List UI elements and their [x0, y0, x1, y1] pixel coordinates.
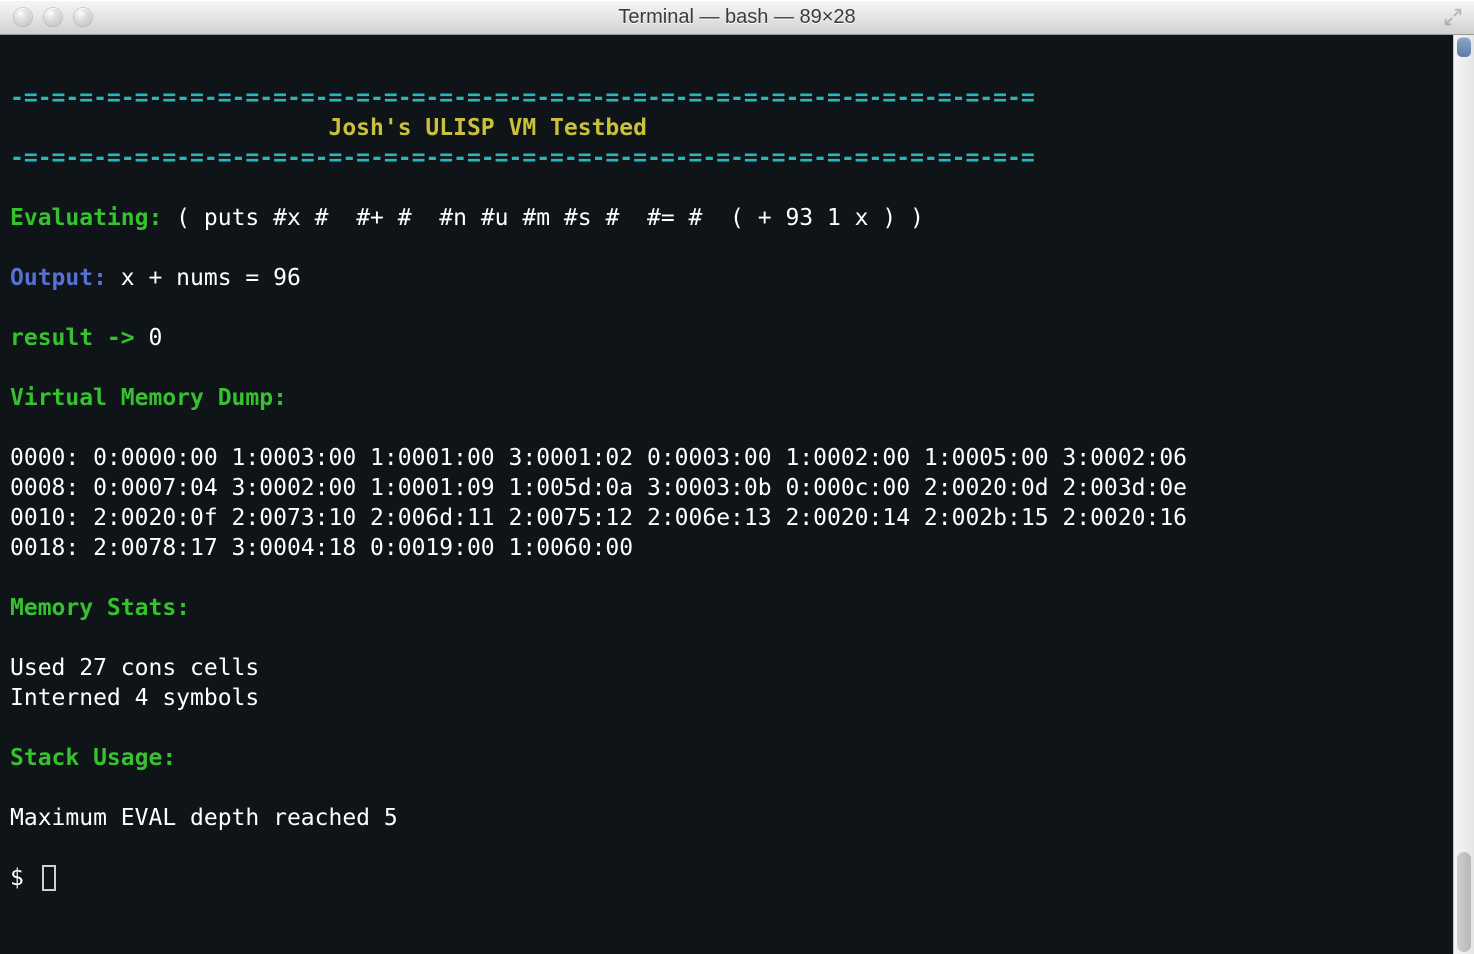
vm-dump-line: 0018: 2:0078:17 3:0004:18 0:0019:00 1:00… [10, 535, 633, 561]
banner-title: Josh's ULISP VM Testbed [10, 115, 647, 141]
stack-usage-line: Maximum EVAL depth reached 5 [10, 805, 398, 831]
stack-usage-heading: Stack Usage: [10, 745, 176, 771]
vm-dump-line: 0010: 2:0020:0f 2:0073:10 2:006d:11 2:00… [10, 505, 1187, 531]
mem-stats-line: Used 27 cons cells [10, 655, 259, 681]
result-value: 0 [135, 325, 163, 351]
scroll-thumb[interactable] [1457, 852, 1471, 952]
output-value: x + nums = 96 [107, 265, 301, 291]
terminal-viewport[interactable]: -=-=-=-=-=-=-=-=-=-=-=-=-=-=-=-=-=-=-=-=… [0, 35, 1453, 954]
result-label: result -> [10, 325, 135, 351]
scroll-position-indicator[interactable] [1457, 37, 1471, 57]
vm-dump-heading: Virtual Memory Dump: [10, 385, 287, 411]
fullscreen-icon[interactable] [1442, 6, 1464, 28]
zoom-window-button[interactable] [74, 8, 92, 26]
window-body: -=-=-=-=-=-=-=-=-=-=-=-=-=-=-=-=-=-=-=-=… [0, 35, 1474, 954]
window-controls [0, 8, 92, 26]
vm-dump-line: 0000: 0:0000:00 1:0003:00 1:0001:00 3:00… [10, 445, 1187, 471]
minimize-window-button[interactable] [44, 8, 62, 26]
evaluating-label: Evaluating: [10, 205, 162, 231]
titlebar[interactable]: Terminal — bash — 89×28 [0, 0, 1474, 35]
terminal-window: Terminal — bash — 89×28 -=-=-=-=-=-=-=-=… [0, 0, 1474, 954]
cursor-icon [42, 865, 56, 891]
shell-prompt: $ [10, 865, 38, 891]
vm-dump-line: 0008: 0:0007:04 3:0002:00 1:0001:09 1:00… [10, 475, 1187, 501]
mem-stats-heading: Memory Stats: [10, 595, 190, 621]
banner-rule-top: -=-=-=-=-=-=-=-=-=-=-=-=-=-=-=-=-=-=-=-=… [10, 85, 1035, 111]
window-title: Terminal — bash — 89×28 [0, 6, 1474, 29]
banner-rule-bottom: -=-=-=-=-=-=-=-=-=-=-=-=-=-=-=-=-=-=-=-=… [10, 145, 1035, 171]
terminal-content: -=-=-=-=-=-=-=-=-=-=-=-=-=-=-=-=-=-=-=-=… [10, 85, 1187, 891]
output-label: Output: [10, 265, 107, 291]
vertical-scrollbar[interactable] [1453, 35, 1474, 954]
evaluating-expression: ( puts #x # #+ # #n #u #m #s # #= # ( + … [162, 205, 937, 231]
mem-stats-line: Interned 4 symbols [10, 685, 259, 711]
close-window-button[interactable] [14, 8, 32, 26]
